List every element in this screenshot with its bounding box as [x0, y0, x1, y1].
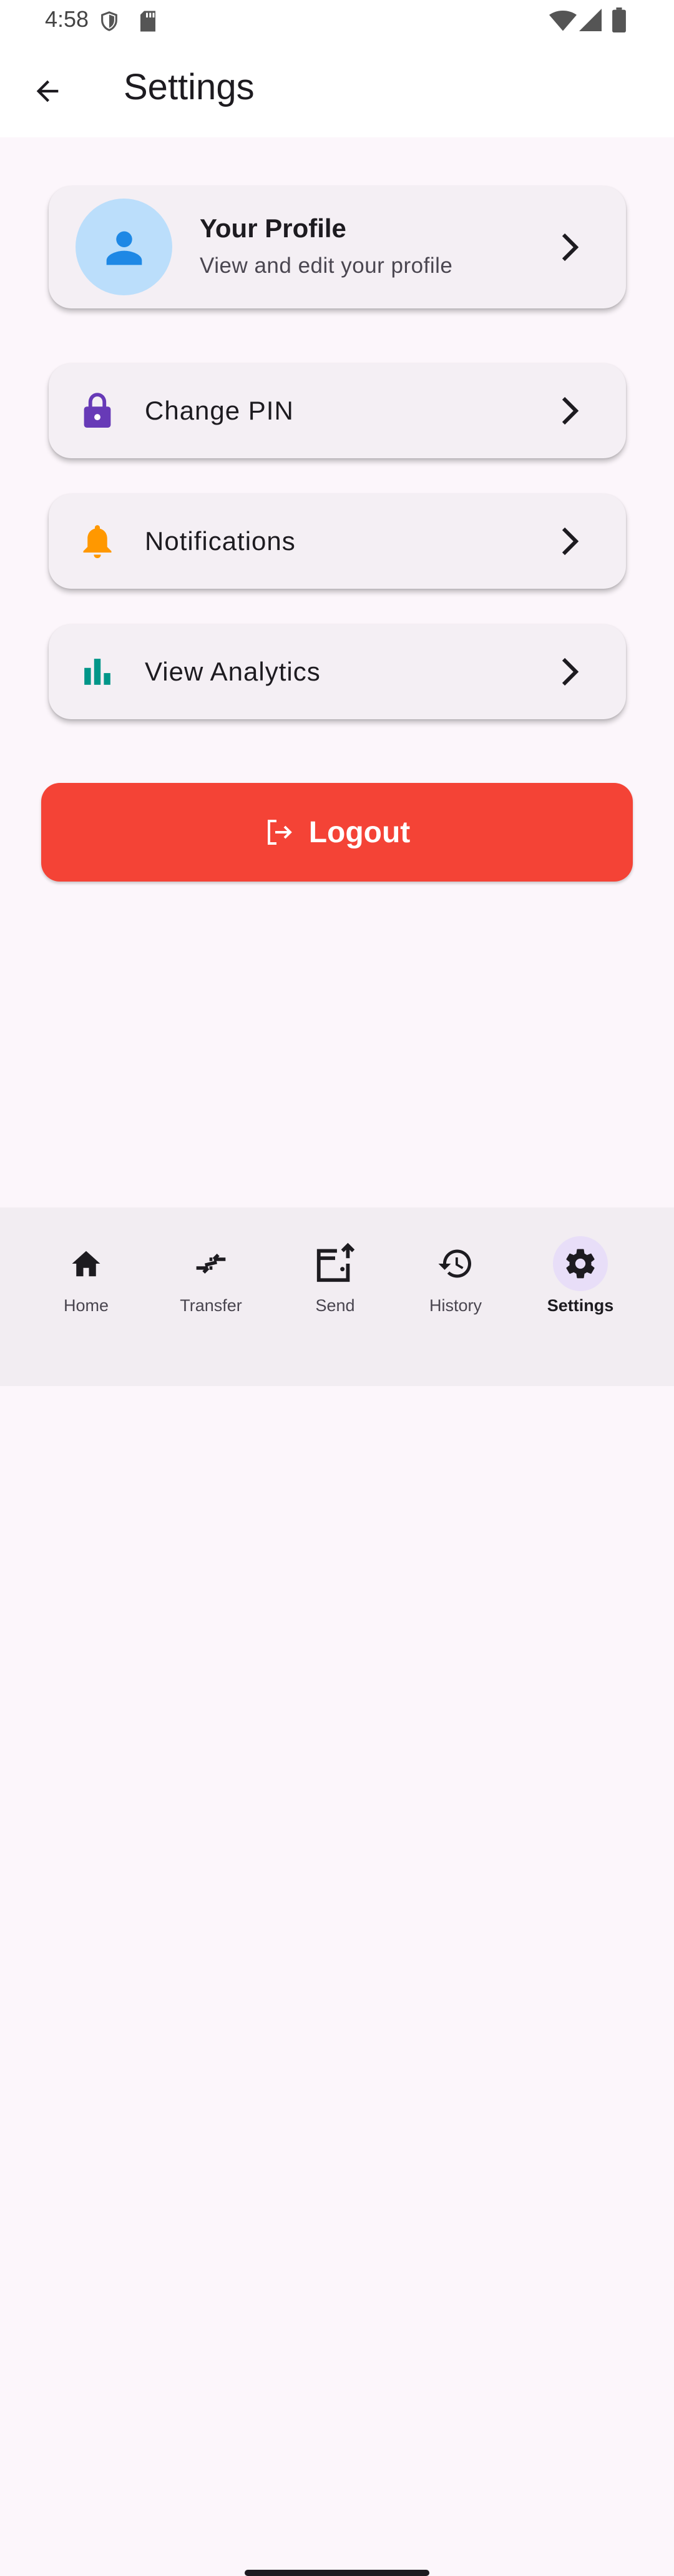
nav-label-send: Send: [315, 1296, 355, 1315]
page-title: Settings: [124, 67, 255, 107]
signal-icon: [579, 9, 602, 31]
app-bar: Settings: [0, 41, 674, 137]
nav-label-transfer: Transfer: [180, 1296, 242, 1315]
send-icon: [316, 1242, 355, 1282]
back-button[interactable]: [25, 69, 70, 114]
chevron-right-icon: [562, 396, 579, 425]
logout-icon: [267, 820, 292, 845]
chevron-right-icon: [562, 527, 579, 556]
nav-item-history[interactable]: History: [399, 1236, 512, 1324]
logout-label: Logout: [308, 815, 411, 849]
arrow-back-icon: [36, 80, 59, 102]
nav-item-transfer[interactable]: Transfer: [155, 1236, 267, 1324]
profile-card[interactable]: Your Profile View and edit your profile: [49, 186, 626, 308]
chevron-right-icon: [562, 233, 579, 262]
status-bar: 4:58: [0, 0, 674, 41]
bar-chart-icon: [79, 653, 116, 691]
nav-item-home[interactable]: Home: [30, 1236, 142, 1324]
bell-icon: [79, 523, 116, 560]
avatar: [76, 199, 172, 295]
chevron-right-icon: [562, 657, 579, 686]
sd-card-icon: [140, 11, 155, 32]
nav-label-settings: Settings: [547, 1296, 614, 1315]
view-analytics-label: View Analytics: [145, 657, 321, 686]
change-pin-item[interactable]: Change PIN: [49, 363, 626, 458]
change-pin-label: Change PIN: [145, 396, 294, 425]
view-analytics-item[interactable]: View Analytics: [49, 624, 626, 719]
history-icon: [438, 1249, 471, 1278]
nav-label-home: Home: [63, 1296, 109, 1315]
nav-item-settings[interactable]: Settings: [524, 1236, 637, 1324]
status-time: 4:58: [45, 6, 89, 32]
shield-icon: [101, 11, 117, 31]
lock-icon: [79, 392, 116, 430]
notifications-item[interactable]: Notifications: [49, 494, 626, 589]
bottom-navigation: Home Transfer Send History Settings: [0, 1207, 674, 2576]
notifications-label: Notifications: [145, 526, 296, 556]
nav-item-send[interactable]: Send: [279, 1236, 391, 1324]
profile-title: Your Profile: [200, 214, 346, 243]
battery-icon: [612, 7, 626, 32]
profile-subtitle: View and edit your profile: [200, 253, 453, 278]
person-icon: [106, 231, 142, 265]
gear-icon: [566, 1249, 595, 1279]
wifi-icon: [549, 10, 577, 31]
gesture-bar: [245, 2570, 429, 2576]
transfer-icon: [196, 1254, 226, 1274]
nav-label-history: History: [429, 1296, 482, 1315]
home-icon: [72, 1251, 100, 1277]
logout-button[interactable]: Logout: [41, 783, 633, 882]
